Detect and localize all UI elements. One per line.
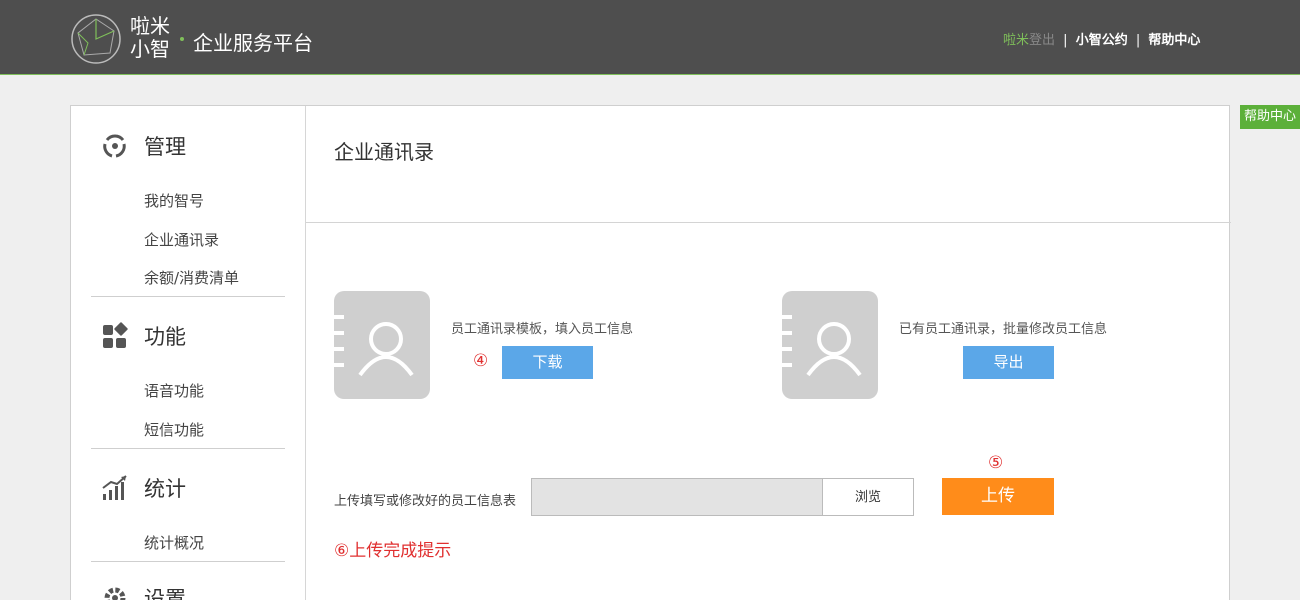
platform-title: 企业服务平台 xyxy=(193,31,313,55)
top-links: 啦米登出 | 小智公约 | 帮助中心 xyxy=(1003,29,1200,48)
upload-complete-tip: ⑥上传完成提示 xyxy=(334,541,452,561)
file-path-field[interactable] xyxy=(531,478,823,516)
manage-icon xyxy=(103,134,126,158)
sidebar-item-voice[interactable]: 语音功能 xyxy=(144,380,204,401)
upload-label: 上传填写或修改好的员工信息表 xyxy=(334,494,517,509)
logo-globe-icon xyxy=(71,14,121,64)
contacts-book-icon xyxy=(782,291,878,399)
logo-text: 啦米 小智 xyxy=(130,14,170,61)
step-marker-5: ⑤ xyxy=(988,453,1004,473)
divider xyxy=(306,222,1231,223)
sidebar-section-title: 设置 xyxy=(144,587,186,600)
sidebar-item-contacts[interactable]: 企业通讯录 xyxy=(144,229,219,250)
stats-icon xyxy=(102,475,127,500)
help-center-link[interactable]: 帮助中心 xyxy=(1148,33,1200,48)
sidebar-section-title: 管理 xyxy=(144,135,186,159)
help-center-float-button[interactable]: 帮助中心 xyxy=(1240,105,1300,129)
browse-button[interactable]: 浏览 xyxy=(822,478,914,516)
upload-button[interactable]: 上传 xyxy=(942,478,1054,515)
top-header: 啦米 小智 企业服务平台 啦米登出 | 小智公约 | 帮助中心 xyxy=(0,0,1300,75)
sidebar-section-function[interactable]: 功能 xyxy=(101,321,186,351)
separator: | xyxy=(1063,33,1068,48)
sidebar-section-manage[interactable]: 管理 xyxy=(101,131,186,161)
step-marker-4: ④ xyxy=(473,351,489,371)
divider xyxy=(91,561,285,562)
export-button[interactable]: 导出 xyxy=(963,346,1054,379)
settings-icon xyxy=(104,587,126,600)
divider xyxy=(91,296,285,297)
page-title: 企业通讯录 xyxy=(334,140,434,164)
sidebar-section-settings[interactable]: 设置 xyxy=(101,583,186,600)
main-panel: 管理 我的智号 企业通讯录 余额/消费清单 功能 语音功能 短信功能 统计 统计… xyxy=(70,105,1231,600)
sidebar-section-title: 统计 xyxy=(144,477,186,501)
sidebar-item-balance[interactable]: 余额/消费清单 xyxy=(144,267,239,288)
sidebar: 管理 我的智号 企业通讯录 余额/消费清单 功能 语音功能 短信功能 统计 统计… xyxy=(71,106,306,600)
logout-link[interactable]: 登出 xyxy=(1029,33,1055,48)
export-desc: 已有员工通讯录，批量修改员工信息 xyxy=(899,322,1108,337)
convention-link[interactable]: 小智公约 xyxy=(1076,33,1128,48)
function-icon xyxy=(103,322,128,348)
contacts-book-icon xyxy=(334,291,430,399)
sidebar-item-my-account[interactable]: 我的智号 xyxy=(144,190,204,211)
sidebar-item-stats-overview[interactable]: 统计概况 xyxy=(144,532,204,553)
sidebar-section-stats[interactable]: 统计 xyxy=(101,473,186,503)
brand-link[interactable]: 啦米 xyxy=(1003,33,1029,48)
sidebar-section-title: 功能 xyxy=(144,325,186,349)
sidebar-item-sms[interactable]: 短信功能 xyxy=(144,419,204,440)
logo-dot xyxy=(180,37,184,41)
divider xyxy=(91,448,285,449)
separator: | xyxy=(1135,33,1141,48)
template-desc: 员工通讯录模板，填入员工信息 xyxy=(451,322,634,337)
download-button[interactable]: 下载 xyxy=(502,346,593,379)
